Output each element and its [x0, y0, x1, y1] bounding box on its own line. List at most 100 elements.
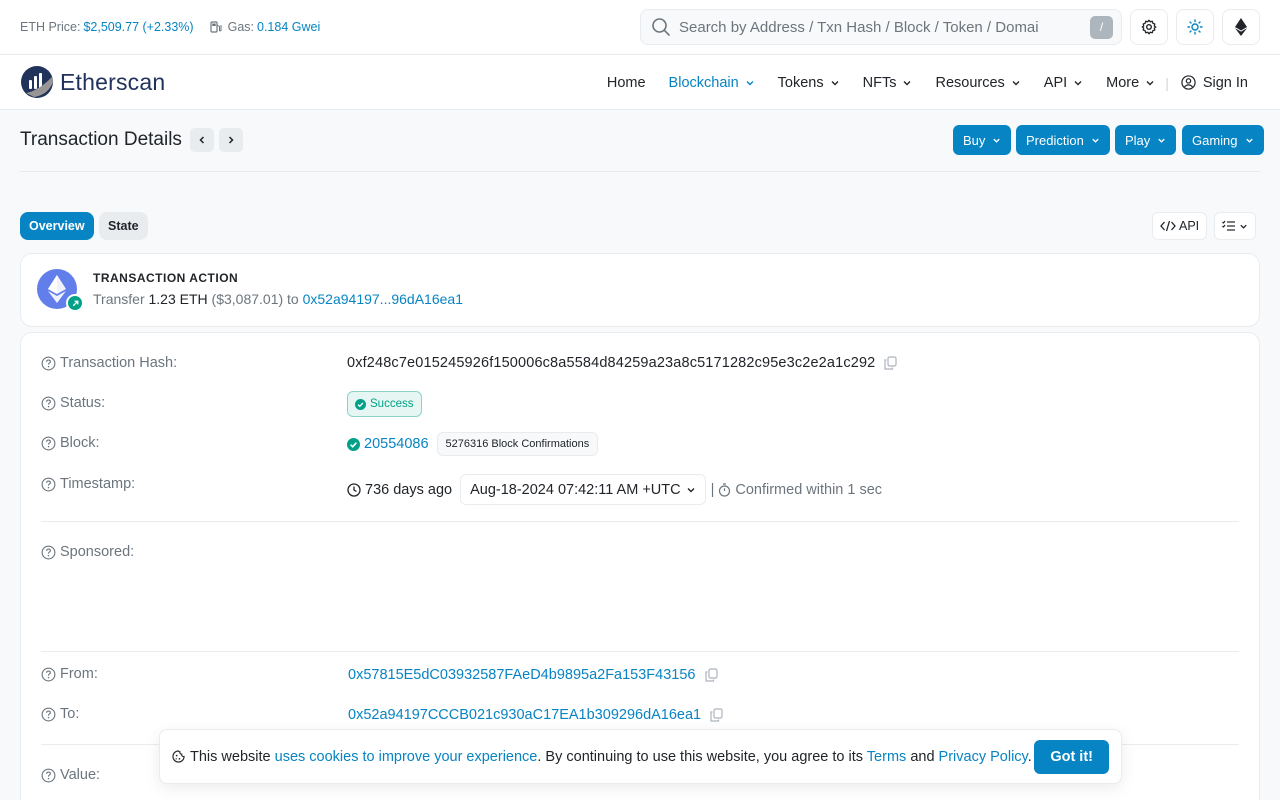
cookie-text: This website [190, 748, 271, 765]
action-verb: Transfer [93, 291, 145, 307]
check-circle-icon [355, 398, 366, 410]
label-text: To: [60, 706, 80, 722]
cookie-banner: This website uses cookies to improve you… [159, 729, 1122, 784]
privacy-policy-link[interactable]: Privacy Policy [939, 749, 1028, 765]
timestamp-format-select[interactable]: Aug-18-2024 07:42:11 AM +UTC [460, 474, 706, 505]
label-text: Timestamp: [60, 476, 136, 492]
next-transaction-button[interactable] [219, 128, 243, 152]
from-row-label: From: [41, 666, 98, 682]
question-circle-icon[interactable] [41, 768, 56, 783]
nav-item-api[interactable]: API [1044, 75, 1083, 91]
button-label: Play [1125, 132, 1151, 148]
transaction-action-summary: Transfer 1.23 ETH ($3,087.01) to 0x52a94… [93, 291, 463, 307]
action-amount: 1.23 ETH [148, 291, 208, 307]
chevron-left-icon [199, 136, 205, 144]
etherscan-logo[interactable]: Etherscan [20, 65, 165, 99]
search-box[interactable]: Search by Address / Txn Hash / Block / T… [640, 9, 1122, 45]
terms-link[interactable]: Terms [867, 749, 906, 765]
from-row-value: 0x57815E5dC03932587FAeD4b9895a2Fa153F431… [348, 667, 718, 683]
chevron-down-icon [903, 80, 911, 85]
question-circle-icon[interactable] [41, 667, 56, 682]
chevron-down-icon [993, 138, 1001, 143]
to-row-value: 0x52a94197CCCB021c930aC17EA1b309296dA16e… [348, 707, 723, 723]
nav-item-blockchain[interactable]: Blockchain [669, 75, 755, 91]
question-circle-icon[interactable] [41, 436, 56, 451]
nav-item-label: Blockchain [668, 74, 739, 91]
chevron-down-icon [1146, 80, 1154, 85]
to-address-link[interactable]: 0x52a94197CCCB021c930aC17EA1b309296dA16e… [348, 707, 701, 723]
ethereum-icon [1235, 18, 1247, 36]
settings-button[interactable] [1130, 9, 1168, 45]
question-circle-icon[interactable] [41, 545, 56, 560]
cookie-accept-button[interactable]: Got it! [1034, 739, 1109, 774]
question-circle-icon[interactable] [41, 396, 56, 411]
nav-item-label: More [1106, 74, 1140, 91]
block-row-value: 20554086 5276316 Block Confirmations [347, 432, 599, 456]
status-text: Success [370, 398, 414, 410]
transaction-action-title: TRANSACTION ACTION [93, 271, 239, 285]
timestamp-row-value: 736 days ago Aug-18-2024 07:42:11 AM +UT… [347, 474, 882, 505]
nav-separator: | [1165, 74, 1169, 91]
prev-transaction-button[interactable] [190, 128, 214, 152]
divider [41, 651, 1239, 652]
divider [41, 521, 1239, 522]
top-stats-bar: ETH Price: $2,509.77 (+2.33%) Gas: 0.184… [0, 0, 1280, 55]
gaming-dropdown-button[interactable]: Gaming [1182, 125, 1264, 155]
hash-row-value: 0xf248c7e015245926f150006c8a5584d84259a2… [347, 355, 897, 371]
gear-icon [1141, 19, 1157, 35]
nav-item-more[interactable]: More [1106, 75, 1155, 91]
gas-value[interactable]: 0.184 Gwei [257, 20, 320, 34]
timestamp-confirmed: Confirmed within 1 sec [735, 481, 883, 498]
list-check-icon [1222, 220, 1235, 231]
page-header: Transaction Details Buy Prediction Play … [20, 110, 1264, 172]
nav-item-tokens[interactable]: Tokens [778, 75, 840, 91]
from-address-link[interactable]: 0x57815E5dC03932587FAeD4b9895a2Fa153F431… [348, 667, 696, 683]
eth-price-value[interactable]: $2,509.77 (+2.33%) [83, 20, 193, 34]
network-button[interactable] [1222, 9, 1260, 45]
cookie-policy-link[interactable]: uses cookies to improve your experience [275, 749, 538, 765]
view-options-button[interactable] [1214, 212, 1256, 240]
copy-icon[interactable] [710, 708, 723, 722]
main-navbar: Etherscan Home Blockchain Tokens NFTs Re… [0, 55, 1280, 110]
copy-icon[interactable] [704, 668, 718, 682]
action-usd: ($3,087.01) [211, 291, 284, 307]
chevron-down-icon [1092, 138, 1099, 143]
nav-item-home[interactable]: Home [607, 75, 646, 91]
copy-icon[interactable] [884, 356, 897, 370]
status-row-value: Success [347, 391, 423, 417]
user-circle-icon [1181, 75, 1196, 90]
gas-pump-icon [209, 21, 222, 33]
question-circle-icon[interactable] [41, 707, 56, 722]
search-icon [652, 18, 670, 36]
label-text: Sponsored: [60, 544, 135, 560]
block-number-link[interactable]: 20554086 [364, 436, 429, 452]
chevron-down-icon [687, 487, 695, 492]
tab-overview[interactable]: Overview [20, 212, 94, 240]
hash-row-label: Transaction Hash: [41, 355, 177, 371]
sign-in-label: Sign In [1202, 74, 1248, 91]
nav-item-nfts[interactable]: NFTs [863, 75, 913, 91]
chevron-down-icon [1245, 138, 1253, 143]
status-row-label: Status: [41, 395, 105, 411]
gas-label: Gas: [227, 20, 254, 34]
play-dropdown-button[interactable]: Play [1115, 125, 1177, 155]
outgoing-arrow-icon [66, 294, 84, 312]
question-circle-icon[interactable] [41, 356, 56, 371]
eth-price: ETH Price: $2,509.77 (+2.33%) [20, 20, 194, 34]
chevron-right-icon [228, 136, 234, 144]
buy-dropdown-button[interactable]: Buy [953, 125, 1012, 155]
chevron-down-icon [746, 80, 754, 85]
timestamp-row-label: Timestamp: [41, 476, 135, 492]
search-input[interactable]: Search by Address / Txn Hash / Block / T… [679, 19, 1090, 36]
sign-in-link[interactable]: Sign In [1181, 75, 1248, 91]
chevron-down-icon [1158, 138, 1165, 143]
question-circle-icon[interactable] [41, 477, 56, 492]
theme-toggle-button[interactable] [1176, 9, 1214, 45]
prediction-dropdown-button[interactable]: Prediction [1016, 125, 1110, 155]
tab-state[interactable]: State [99, 212, 148, 240]
action-to-address-link[interactable]: 0x52a94197...96dA16ea1 [303, 291, 463, 307]
eth-price-label: ETH Price: [20, 20, 81, 34]
button-label: Buy [963, 132, 986, 148]
api-button[interactable]: API [1152, 212, 1208, 240]
nav-item-resources[interactable]: Resources [935, 75, 1020, 91]
